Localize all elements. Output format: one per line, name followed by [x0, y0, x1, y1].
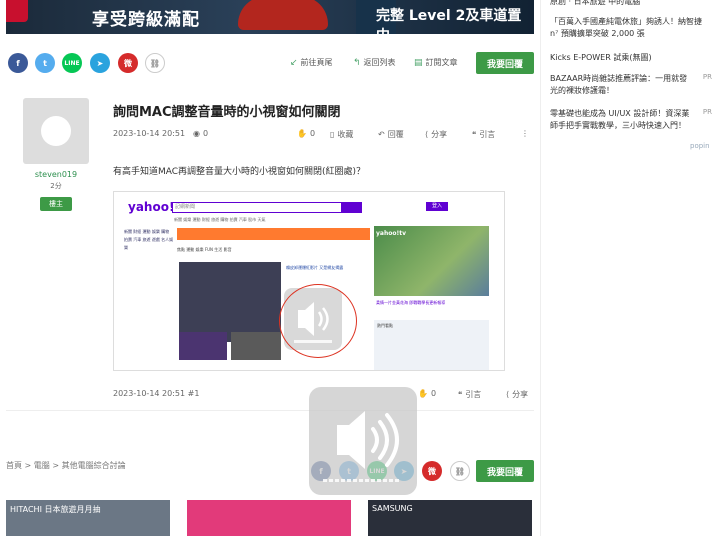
quote-icon: ❝: [458, 390, 463, 399]
volume-hud: [309, 387, 417, 495]
ad-samsung[interactable]: SAMSUNG: [368, 500, 532, 536]
share-button[interactable]: ⟨ 分享: [425, 129, 447, 140]
yahoo-thumb: [231, 332, 281, 360]
divider: [6, 410, 534, 411]
breadcrumb: 首頁 > 電腦 > 其他電腦綜合討論: [6, 461, 126, 470]
mg-logo: [6, 0, 28, 22]
popin-label[interactable]: popin: [690, 142, 710, 150]
views-count: ◉ 0: [193, 129, 209, 138]
yahoo-search: 記網新聞: [172, 202, 342, 213]
facebook-icon[interactable]: f: [8, 53, 28, 73]
yahoo-side-box: 熱門看點: [374, 320, 489, 370]
more-menu-icon[interactable]: ⋮: [521, 129, 529, 138]
pr-label: PR: [702, 108, 712, 116]
hand-icon: ✋: [297, 129, 307, 138]
document-icon: ▤: [414, 57, 423, 68]
collect-button[interactable]: ▯ 收藏: [330, 129, 353, 140]
back-to-list-link[interactable]: ↰ 返回列表: [353, 57, 396, 68]
quote-button[interactable]: ❝ 引言: [458, 389, 481, 400]
yahoo-nav: 新聞 娛樂 運動 財經 旅遊 購物 拍賣 汽車 股市 天氣: [174, 217, 266, 222]
floor-date: 2023-10-14 20:51 #1: [113, 389, 200, 398]
car-image: [238, 0, 328, 30]
sidebar-item[interactable]: 原創 · 日本旅遊 中的電腦: [550, 0, 710, 8]
yahoo-news-image: [179, 262, 281, 342]
line-icon[interactable]: LINE: [62, 53, 82, 73]
telegram-icon[interactable]: ➤: [90, 53, 110, 73]
link-icon[interactable]: ⛓: [450, 461, 470, 481]
yahoo-tv-label: yahoo!tv: [376, 230, 406, 237]
weibo-icon[interactable]: 微: [118, 53, 138, 73]
sidebar-item[interactable]: 零基礎也能成為 UI/UX 設計師！資深業師手把手實戰教學，三小時快速入門！: [550, 108, 695, 132]
reply-link[interactable]: ↶ 回覆: [378, 129, 404, 140]
speaker-icon: [323, 411, 399, 482]
reply-button[interactable]: 我要回覆: [476, 460, 534, 482]
post-date: 2023-10-14 20:51: [113, 129, 186, 138]
twitter-icon[interactable]: t: [35, 53, 55, 73]
user-icon: [41, 116, 71, 146]
yahoo-login: 登入: [426, 202, 448, 211]
like-button[interactable]: ✋ 0: [418, 389, 436, 398]
quote-button[interactable]: ❝ 引言: [472, 129, 495, 140]
user-points: 2分: [50, 182, 62, 190]
username[interactable]: steven019: [23, 170, 89, 179]
yahoo-tabs: 焦點 運動 娛樂 FUN 生活 影音: [177, 247, 232, 252]
post-image[interactable]: yahoo! 記網新聞 登入 新聞 娛樂 運動 財經 旅遊 購物 拍賣 汽車 股…: [113, 191, 505, 371]
banner-text-left: 享受跨級滿配: [92, 10, 200, 30]
avatar[interactable]: [23, 98, 89, 164]
yahoo-thumb: [179, 332, 227, 360]
ad-hitachi[interactable]: HITACHI 日本旅遊月月抽: [6, 500, 170, 536]
share-icon: ⟨: [425, 130, 429, 139]
ad-banner[interactable]: [187, 500, 351, 536]
sidebar-item[interactable]: 「百萬入手國產純電休旅」夠誘人！納智捷 n⁷ 預購擴單突破 2,000 張: [550, 16, 710, 40]
yahoo-orange-bar: [177, 228, 370, 240]
reply-icon: ↶: [378, 130, 385, 139]
breadcrumb-category[interactable]: 電腦: [34, 461, 50, 470]
weibo-icon[interactable]: 微: [422, 461, 442, 481]
yahoo-search-button: [342, 202, 362, 213]
goto-bottom-link[interactable]: ↙ 前往頁尾: [290, 57, 333, 68]
yahoo-logo: yahoo!: [128, 200, 175, 214]
top-ad-banner[interactable]: 享受跨級滿配 完整 Level 2及車道置中: [6, 0, 534, 34]
hand-icon: ✋: [418, 389, 428, 398]
yahoo-side-line: 柔情一片金黃花海 即戰戰學長更新報導: [376, 300, 446, 305]
op-badge: 樓主: [40, 197, 72, 211]
share-icon: ⟨: [506, 390, 510, 399]
yahoo-headline: 賴皮卸運爆紅影片 又是網友揭露: [286, 265, 344, 270]
post-body: 有高手知道MAC再調整音量大小時的小視窗如何關閉(紅圈處)？: [113, 167, 366, 177]
share-button[interactable]: ⟨ 分享: [506, 389, 528, 400]
red-circle-annotation: [279, 284, 357, 358]
banner-text-right: 完整 Level 2及車道置中: [376, 8, 522, 34]
pr-label: PR: [702, 73, 712, 81]
return-icon: ↰: [353, 57, 361, 68]
link-icon[interactable]: ⛓: [145, 53, 165, 73]
quote-icon: ❝: [472, 130, 477, 139]
page-title: 詢問MAC調整音量時的小視窗如何關閉: [113, 105, 341, 120]
sidebar-item[interactable]: Kicks E-POWER 試乘(無圖): [550, 52, 710, 64]
sidebar-item[interactable]: BAZAAR時尚雜誌推薦評論：一用就發光的裸妝修護霜！: [550, 73, 695, 97]
subscribe-link[interactable]: ▤ 訂閱文章: [414, 57, 458, 68]
yahoo-left-menu: 新聞 財經 運動 娛樂 購物 拍賣 汽車 旅遊 遊戲 名人娛樂: [124, 229, 174, 250]
bookmark-icon: ▯: [330, 130, 335, 139]
arrow-icon: ↙: [290, 57, 298, 68]
reply-button[interactable]: 我要回覆: [476, 52, 534, 74]
breadcrumb-home[interactable]: 首頁: [6, 461, 22, 470]
breadcrumb-forum[interactable]: 其他電腦綜合討論: [62, 461, 126, 470]
like-button[interactable]: ✋ 0: [297, 129, 315, 138]
eye-icon: ◉: [193, 129, 200, 138]
